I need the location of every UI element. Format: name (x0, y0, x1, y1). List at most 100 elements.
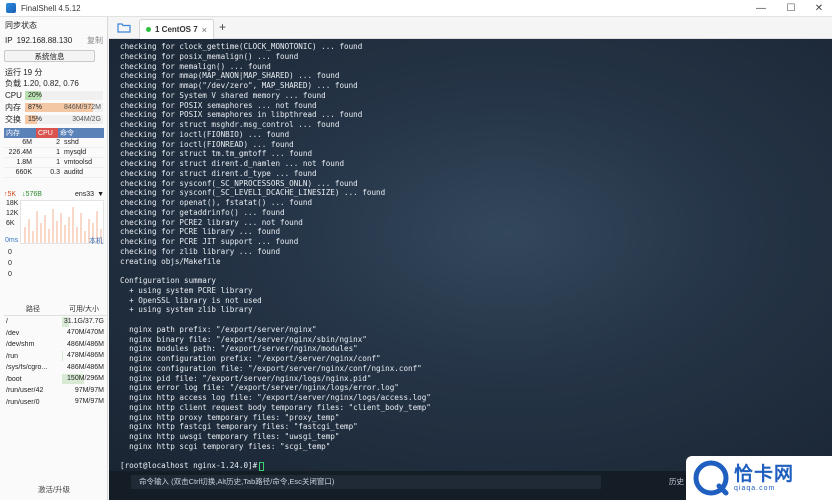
disk-usage: 31.1G/37.7G (62, 316, 106, 327)
terminal-line: nginx error log file: "/export/server/ng… (120, 383, 399, 393)
mem-label: 内存 (5, 103, 21, 112)
col-cmd-header[interactable]: 命令 (58, 128, 104, 138)
net-interface[interactable]: ens33 (75, 191, 94, 198)
process-row[interactable]: 6M 2 sshd (4, 138, 104, 148)
terminal-line: checking for struct dirent.d_namlen ... … (120, 159, 345, 168)
terminal-line: checking for openat(), fstatat() ... fou… (120, 198, 313, 207)
disk-usage-text: 486M/486M (67, 340, 104, 348)
tab-close-icon[interactable]: × (202, 25, 207, 35)
terminal-line: checking for System V shared memory ... … (120, 90, 326, 100)
col-path-header[interactable]: 路径 (4, 304, 62, 315)
terminal-line: creating objs/Makefile (120, 256, 221, 266)
load-average: 负载 1.20, 0.82, 0.76 (5, 79, 79, 88)
latency-row: 0ms 本机 (5, 235, 103, 246)
graph-label: 6K (6, 220, 15, 227)
ip-value: 192.168.88.130 (16, 36, 73, 45)
terminal-line: checking for POSIX semaphores ... not fo… (120, 100, 317, 110)
disk-usage-text: 31.1G/37.7G (63, 317, 104, 325)
terminal-line: nginx http proxy temporary files: "proxy… (120, 412, 340, 422)
terminal-line: checking for clock_gettime(CLOCK_MONOTON… (120, 42, 363, 51)
terminal-line: nginx binary file: "/export/server/nginx… (120, 334, 367, 344)
ip-label: IP (5, 36, 13, 45)
close-button[interactable]: ✕ (804, 0, 832, 17)
swap-meter: 15% 304M/2G (25, 115, 103, 124)
network-monitor: ↑5K ↓576B ens33 ▼ (4, 189, 104, 199)
disk-usage: 97M/97M (62, 386, 106, 396)
disk-usage: 150M/296M (62, 374, 106, 385)
process-cpu: 0.3 (50, 169, 60, 176)
terminal-line: checking for POSIX semaphores in libpthr… (120, 110, 363, 120)
net-upload: ↑5K (4, 190, 17, 198)
watermark-logo-icon (693, 460, 729, 496)
net-header: ↑5K ↓576B ens33 ▼ (4, 189, 104, 199)
chevron-down-icon[interactable]: ▼ (97, 191, 104, 198)
col-cpu-header[interactable]: CPU (36, 128, 58, 138)
disk-usage-text: 486M/486M (67, 363, 104, 371)
terminal-line: checking for sysconf(_SC_LEVEL1_DCACHE_L… (120, 188, 386, 198)
terminal-line: nginx modules path: "/export/server/ngin… (120, 344, 358, 354)
process-row[interactable]: 660K 0.3 auditd (4, 168, 104, 178)
disk-row[interactable]: /run 478M/486M (4, 351, 106, 363)
maximize-button[interactable]: ☐ (776, 0, 806, 17)
disk-usage: 97M/97M (62, 397, 106, 407)
disk-path: /boot (6, 375, 22, 383)
latency-host[interactable]: 本机 (89, 236, 103, 246)
graph-label: 18K (6, 200, 19, 207)
new-tab-button[interactable]: + (219, 20, 226, 34)
disk-row[interactable]: / 31.1G/37.7G (4, 316, 106, 328)
graph-label: 12K (6, 210, 19, 217)
window-title: FinalShell 4.5.12 (21, 3, 81, 13)
sysinfo-button[interactable]: 系统信息 (4, 50, 95, 62)
copy-ip-button[interactable]: 复制 (87, 35, 103, 46)
terminal-line: checking for PCRE library ... found (120, 227, 281, 237)
disk-row[interactable]: /sys/fs/cgro... 486M/486M (4, 362, 106, 374)
terminal-line: checking for struct dirent.d_type ... fo… (120, 168, 317, 178)
terminal-line: nginx path prefix: "/export/server/nginx… (120, 324, 317, 334)
terminal-line: nginx http access log file: "/export/ser… (120, 393, 431, 402)
activate-upgrade-link[interactable]: 激活/升级 (0, 484, 108, 495)
process-mem: 6M (22, 139, 32, 146)
sync-status[interactable]: 同步状态 (5, 20, 103, 31)
disk-path: /dev (6, 329, 20, 337)
watermark-sub: qiaqa.com (734, 484, 776, 492)
col-mem-header[interactable]: 内存 (4, 128, 36, 138)
process-table-header: 内存 CPU 命令 (4, 128, 104, 138)
disk-path: /run/user/0 (6, 398, 40, 406)
command-input[interactable]: 命令输入 (双击Ctrl切换,Alt历史,Tab路径/命令,Esc关闭窗口) (131, 475, 601, 489)
terminal-line: checking for mmap(MAP_ANON|MAP_SHARED) .… (120, 71, 340, 81)
terminal-line: checking for ioctl(FIONBIO) ... found (120, 129, 290, 139)
process-cmd: sshd (64, 139, 79, 146)
terminal-line: nginx http uwsgi temporary files: "uwsgi… (120, 432, 340, 441)
disk-row[interactable]: /run/user/0 97M/97M (4, 397, 106, 409)
cpu-value: 20% (28, 92, 43, 99)
disk-path: /run/user/42 (6, 387, 44, 395)
latency-tick: 0 (8, 260, 12, 267)
disk-row[interactable]: /run/user/42 97M/97M (4, 385, 106, 397)
finalshell-window: FinalShell 4.5.12 — ☐ ✕ 同步状态 IP 192.168.… (0, 0, 832, 500)
disk-usage-text: 470M/470M (67, 329, 104, 337)
process-rows: 6M 2 sshd 226.4M 1 mysqld 1.8M 1 vmtoolsd 660K 0.3… (4, 138, 104, 178)
folder-icon[interactable] (117, 22, 131, 33)
terminal-output[interactable]: checking for clock_gettime(CLOCK_MONOTON… (109, 39, 832, 471)
process-cmd: auditd (64, 169, 84, 176)
disk-row[interactable]: /boot 150M/296M (4, 374, 106, 386)
process-row[interactable]: 226.4M 1 mysqld (4, 148, 104, 158)
ip-row: IP 192.168.88.130 复制 (5, 35, 103, 46)
terminal-line: nginx http client request body temporary… (120, 402, 431, 412)
col-usage-header[interactable]: 可用/大小 (62, 304, 106, 315)
tab-centos-7[interactable]: 1 CentOS 7 × (139, 19, 214, 39)
minimize-button[interactable]: — (746, 0, 776, 17)
disk-path: /run (6, 352, 19, 360)
disk-rows: / 31.1G/37.7G/dev 470M/470M/dev/shm 486M/48… (4, 316, 106, 408)
watermark: 恰卡网 qiaqa.com (686, 456, 832, 500)
terminal-line: checking for PCRE2 library ... not found (120, 217, 303, 227)
watermark-main: 恰卡网 (734, 463, 795, 485)
disk-row[interactable]: /dev/shm 486M/486M (4, 339, 106, 351)
process-row[interactable]: 1.8M 1 vmtoolsd (4, 158, 104, 168)
terminal-line: checking for memalign() ... found (120, 61, 271, 71)
disk-usage: 486M/486M (62, 340, 106, 350)
connected-status-icon (146, 27, 151, 32)
disk-row[interactable]: /dev 470M/470M (4, 328, 106, 340)
disk-usage-bar (62, 351, 63, 362)
